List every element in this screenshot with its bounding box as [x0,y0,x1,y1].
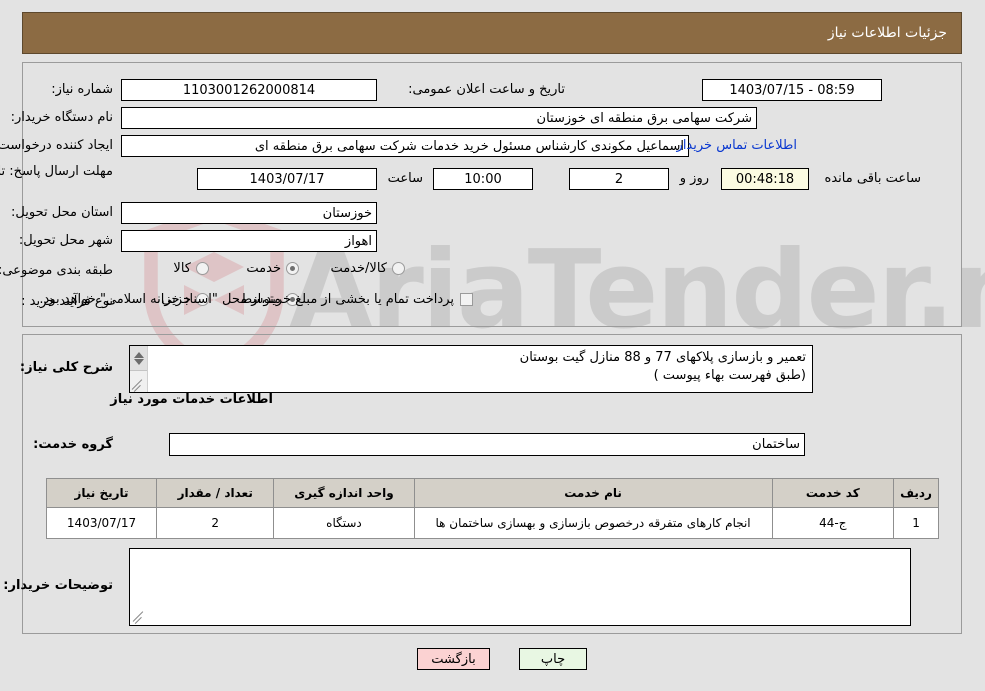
description-scrollbar[interactable] [130,346,148,392]
buyer-org-label: نام دستگاه خریدار: [10,110,113,125]
buyer-org-value: شرکت سهامی برق منطقه ای خوزستان [121,107,757,129]
service-group-value: ساختمان [169,433,805,456]
page-title: جزئیات اطلاعات نیاز [827,25,947,41]
scroll-up-icon[interactable] [133,351,144,358]
category-label: طبقه بندی موضوعی: [0,263,113,278]
cell-need-date: 1403/07/17 [45,507,158,539]
deadline-hour-label: ساعت [387,171,423,186]
general-description-value: تعمیر و بازسازی پلاکهای 77 و 88 منازل گی… [519,350,806,383]
islamic-treasury-bonds-label: پرداخت تمام یا بخشی از مبلغ خرید،از محل … [39,292,454,307]
category-option-goods-label: کالا [173,261,191,276]
service-group-label: گروه خدمت: [33,437,113,452]
delivery-city-label: شهر محل تحویل: [18,233,113,248]
col-quantity: تعداد / مقدار [156,478,275,508]
print-button[interactable]: چاپ [519,648,587,670]
scroll-down-icon[interactable] [133,358,144,365]
countdown-timer: 00:48:18 [721,168,809,190]
remaining-days-unit: روز و [679,171,709,186]
col-service-code: کد خدمت [771,478,895,508]
description-resize-grip-icon[interactable] [131,376,146,392]
category-option-service-label: خدمت [246,261,281,276]
buyer-contact-link[interactable]: اطلاعات تماس خریدار [677,138,797,153]
buyer-comments-resize-grip-icon[interactable] [132,608,147,624]
category-option-goods-service-label: کالا/خدمت [330,261,387,276]
cell-row-number: 1 [893,507,939,539]
col-need-date: تاریخ نیاز [45,478,158,508]
page-header-banner: جزئیات اطلاعات نیاز [22,12,962,54]
general-description-label: شرح کلی نیاز: [19,360,113,375]
delivery-province-label: استان محل تحویل: [11,205,113,220]
col-row-number: ردیف [893,478,939,508]
category-option-service[interactable]: خدمت [246,261,299,276]
request-creator-value: اسماعیل مکوندی کارشناس مسئول خرید خدمات … [121,135,689,157]
radio-goods-icon[interactable] [196,262,209,275]
general-description-textarea[interactable]: تعمیر و بازسازی پلاکهای 77 و 88 منازل گی… [129,345,813,393]
cell-quantity: 2 [156,507,275,539]
page-root: AriaTender.net جزئیات اطلاعات نیاز شماره… [0,0,985,691]
back-button[interactable]: بازگشت [417,648,490,670]
deadline-label: مهلت ارسال پاسخ: تا تاریخ: [0,164,113,179]
islamic-treasury-bonds-option[interactable]: پرداخت تمام یا بخشی از مبلغ خرید،از محل … [39,292,473,307]
checkbox-treasury-icon[interactable] [460,293,473,306]
description-scroll-arrows[interactable] [130,346,147,371]
cell-unit: دستگاه [273,507,415,539]
announcement-datetime-label: تاریخ و ساعت اعلان عمومی: [408,82,565,97]
deadline-date-value: 1403/07/17 [197,168,377,190]
services-section-heading: اطلاعات خدمات مورد نیاز [110,392,273,407]
need-number-value: 1103001262000814 [121,79,377,101]
announcement-datetime-value: 08:59 - 1403/07/15 [702,79,882,101]
buyer-comments-label: توضیحات خریدار: [3,578,113,593]
table-header-row: ردیف کد خدمت نام خدمت واحد اندازه گیری ت… [45,478,939,508]
need-number-label: شماره نیاز: [51,82,113,97]
category-option-goods-service[interactable]: کالا/خدمت [330,261,405,276]
col-service-name: نام خدمت [413,478,773,508]
radio-goods-service-icon[interactable] [392,262,405,275]
need-info-panel [22,62,962,327]
deadline-hour-value: 10:00 [433,168,533,190]
buyer-comments-textarea[interactable] [129,548,911,626]
delivery-province-value: خوزستان [121,202,377,224]
countdown-suffix-label: ساعت باقی مانده [824,171,921,186]
delivery-city-value: اهواز [121,230,377,252]
col-unit: واحد اندازه گیری [273,478,415,508]
category-option-goods[interactable]: کالا [173,261,209,276]
cell-service-name: انجام کارهای متفرقه درخصوص بازسازی و بهس… [413,507,773,539]
remaining-days-value: 2 [569,168,669,190]
table-row: 1 ج-44 انجام کارهای متفرقه درخصوص بازساز… [45,507,939,539]
cell-service-code: ج-44 [771,507,895,539]
services-table: ردیف کد خدمت نام خدمت واحد اندازه گیری ت… [45,478,939,539]
request-creator-label: ایجاد کننده درخواست: [0,138,113,153]
radio-service-icon[interactable] [286,262,299,275]
